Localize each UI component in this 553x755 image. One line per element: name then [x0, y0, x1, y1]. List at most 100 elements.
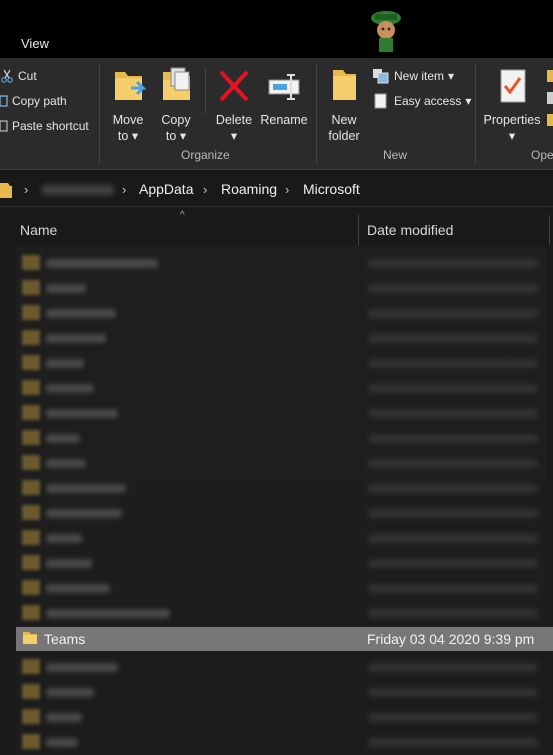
chevron-down-icon: ▾: [465, 94, 472, 108]
new-item-label: New item: [394, 69, 445, 83]
list-item[interactable]: [16, 476, 553, 500]
chevron-down-icon: ▾: [448, 69, 455, 83]
rename-icon: [268, 74, 300, 100]
move-to-label-1: Move: [112, 113, 144, 127]
redacted-name: [46, 434, 80, 443]
breadcrumb-user-redacted[interactable]: [42, 185, 114, 195]
properties-icon: [500, 69, 526, 103]
list-item-teams-selected[interactable]: Teams Friday 03 04 2020 9:39 pm: [16, 627, 553, 651]
cut-label: Cut: [18, 69, 37, 83]
list-item[interactable]: [16, 426, 553, 450]
list-item[interactable]: [16, 551, 553, 575]
copy-to-button[interactable]: Copy to ▾: [156, 66, 196, 144]
breadcrumb-chevron-icon[interactable]: ›: [122, 182, 126, 197]
easy-access-button[interactable]: Easy access ▾: [372, 91, 471, 111]
folder-icon: [22, 684, 40, 699]
file-name: Teams: [44, 631, 86, 647]
sort-ascending-icon: ^: [180, 210, 185, 221]
delete-label: Delete: [215, 113, 253, 127]
redacted-date: [368, 584, 538, 593]
redacted-date: [368, 259, 538, 268]
easy-access-label: Easy access: [394, 94, 462, 108]
list-item[interactable]: [16, 351, 553, 375]
list-item[interactable]: [16, 576, 553, 600]
rename-button[interactable]: Rename: [259, 66, 309, 128]
redacted-name: [46, 359, 84, 368]
breadcrumb-chevron-icon[interactable]: ›: [24, 182, 28, 197]
new-folder-button[interactable]: New folder: [324, 66, 364, 144]
list-item[interactable]: [16, 276, 553, 300]
properties-button[interactable]: Properties ▾: [481, 66, 543, 144]
redacted-name: [46, 309, 116, 318]
redacted-date: [368, 688, 538, 697]
delete-button[interactable]: Delete ▾: [212, 66, 256, 144]
move-folder-icon: [115, 72, 147, 100]
paste-shortcut-button[interactable]: Paste shortcut: [0, 116, 89, 136]
chevron-down-icon: ▾: [230, 129, 238, 143]
folder-icon: [22, 505, 40, 520]
breadcrumb-roaming[interactable]: Roaming: [221, 181, 277, 197]
copy-path-button[interactable]: Copy path: [0, 91, 67, 111]
new-item-button[interactable]: New item ▾: [372, 66, 454, 86]
folder-icon: [22, 330, 40, 345]
list-item[interactable]: [16, 730, 553, 754]
breadcrumb-chevron-icon[interactable]: ›: [285, 182, 289, 197]
list-item[interactable]: [16, 680, 553, 704]
redacted-name: [46, 284, 86, 293]
redacted-name: [46, 534, 82, 543]
redacted-name: [46, 384, 94, 393]
list-item[interactable]: [16, 526, 553, 550]
folder-icon: [22, 280, 40, 295]
redacted-name: [46, 609, 170, 618]
move-to-button[interactable]: Move to ▾: [108, 66, 148, 144]
folder-icon: [22, 659, 40, 674]
column-name[interactable]: Name: [20, 222, 57, 238]
list-item[interactable]: [16, 601, 553, 625]
redacted-date: [368, 334, 538, 343]
breadcrumb-microsoft[interactable]: Microsoft: [303, 181, 360, 197]
ribbon-separator: [316, 64, 317, 164]
folder-icon: [22, 255, 40, 270]
redacted-date: [368, 609, 538, 618]
list-item[interactable]: [16, 326, 553, 350]
breadcrumb-chevron-icon[interactable]: ›: [203, 182, 207, 197]
open-group-icons-cutoff: [547, 70, 553, 126]
redacted-date: [368, 484, 538, 493]
cut-button[interactable]: Cut: [0, 66, 37, 86]
redacted-name: [46, 259, 158, 268]
easy-access-icon: [372, 93, 390, 109]
list-item[interactable]: [16, 705, 553, 729]
chevron-down-icon: ▾: [179, 129, 187, 143]
column-divider[interactable]: [549, 215, 550, 245]
redacted-name: [46, 459, 86, 468]
breadcrumb-appdata[interactable]: AppData: [139, 181, 193, 197]
ribbon-separator: [475, 64, 476, 164]
folder-icon: [22, 480, 40, 495]
list-item[interactable]: [16, 301, 553, 325]
open-group-label: Ope: [531, 148, 553, 162]
list-item[interactable]: [16, 451, 553, 475]
address-bar[interactable]: › › AppData › Roaming › Microsoft: [0, 171, 553, 207]
list-item[interactable]: [16, 501, 553, 525]
new-folder-label-1: New: [331, 113, 357, 127]
list-item[interactable]: [16, 376, 553, 400]
folder-icon: [0, 183, 12, 198]
column-date-modified[interactable]: Date modified: [367, 222, 453, 238]
watermark-logo-icon: [371, 11, 401, 52]
redacted-date: [368, 459, 538, 468]
folder-icon: [22, 380, 40, 395]
tab-view[interactable]: View: [21, 36, 49, 51]
copy-path-icon: [0, 94, 8, 108]
redacted-name: [46, 584, 110, 593]
redacted-date: [368, 738, 538, 747]
copy-to-label-1: Copy: [161, 113, 191, 127]
redacted-date: [368, 434, 538, 443]
redacted-name: [46, 509, 122, 518]
column-divider[interactable]: [358, 215, 359, 245]
redacted-date: [368, 559, 538, 568]
list-item[interactable]: [16, 251, 553, 275]
move-to-label-2: to: [117, 129, 129, 143]
list-item[interactable]: [16, 401, 553, 425]
list-item[interactable]: [16, 655, 553, 679]
chevron-down-icon: ▾: [131, 129, 139, 143]
